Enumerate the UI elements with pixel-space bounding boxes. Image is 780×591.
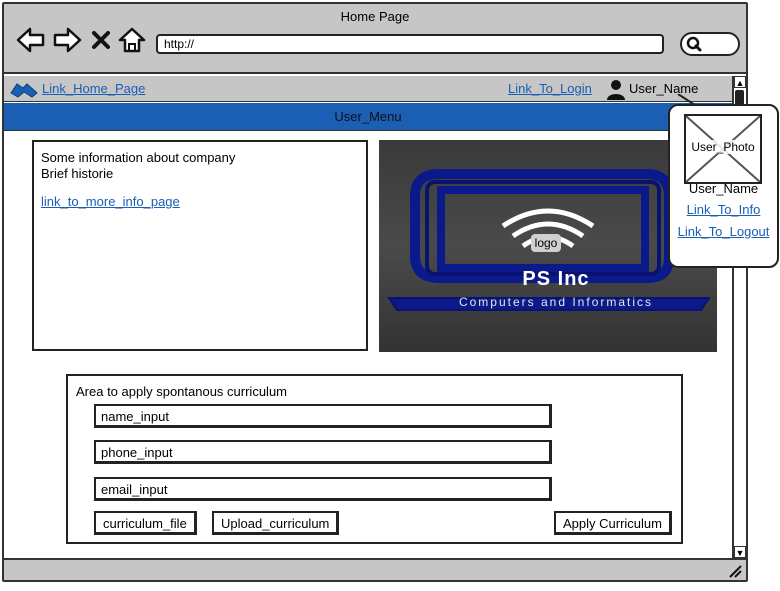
resize-grip-icon[interactable]	[728, 564, 742, 578]
name-input[interactable]: name_input	[94, 404, 552, 428]
upload-curriculum-button[interactable]: Upload_curriculum	[212, 511, 340, 535]
apply-curriculum-button[interactable]: Apply Curriculum	[554, 511, 672, 535]
popup-user-name: User_Name	[688, 181, 759, 196]
logo-placeholder-tag: logo	[531, 234, 561, 252]
back-arrow-icon[interactable]	[16, 26, 46, 54]
company-tagline: Computers and Informatics	[458, 295, 654, 309]
user-popup: User_Photo User_Name Link_To_Info Link_T…	[668, 104, 779, 268]
curriculum-form: Area to apply spontanous curriculum name…	[66, 374, 683, 544]
user-photo-label: User_Photo	[688, 140, 758, 154]
user-menu-bar[interactable]: User_Menu	[4, 103, 732, 131]
company-info-box: Some information about company Brief his…	[32, 140, 368, 351]
email-input[interactable]: email_input	[94, 477, 552, 501]
browser-titlebar: Home Page http://	[4, 4, 746, 74]
window-title: Home Page	[340, 9, 410, 24]
search-icon	[686, 35, 702, 56]
company-history-text: Brief historie	[41, 166, 114, 181]
scroll-down-icon[interactable]: ▼	[734, 546, 746, 558]
home-icon[interactable]	[118, 26, 146, 54]
home-page-link[interactable]: Link_Home_Page	[42, 81, 145, 96]
user-icon	[605, 78, 627, 100]
curriculum-file-button[interactable]: curriculum_file	[94, 511, 197, 535]
more-info-link[interactable]: link_to_more_info_page	[41, 194, 180, 209]
company-info-text: Some information about company	[41, 150, 236, 165]
phone-input[interactable]: phone_input	[94, 440, 552, 464]
status-bar	[4, 558, 746, 580]
link-bar: Link_Home_Page Link_To_Login User_Name	[4, 76, 732, 102]
company-name: PS Inc	[522, 268, 590, 290]
close-icon[interactable]	[90, 26, 112, 54]
user-info-link[interactable]: Link_To_Info	[670, 202, 777, 217]
login-link[interactable]: Link_To_Login	[508, 81, 592, 96]
search-input[interactable]	[680, 32, 740, 56]
user-photo: User_Photo	[684, 114, 762, 184]
curriculum-form-title: Area to apply spontanous curriculum	[76, 384, 288, 399]
url-input[interactable]: http://	[156, 34, 664, 54]
handshake-icon	[10, 81, 38, 99]
forward-arrow-icon[interactable]	[52, 26, 82, 54]
scroll-up-icon[interactable]: ▲	[734, 76, 746, 88]
company-logo: logo PS Inc Computers and Informatics	[379, 140, 717, 352]
logout-link[interactable]: Link_To_Logout	[670, 224, 777, 239]
